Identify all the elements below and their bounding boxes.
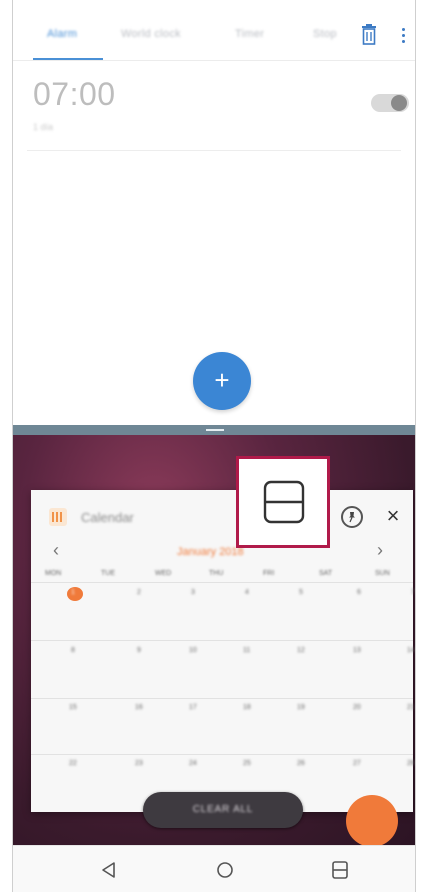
- alarm-repeat: 1 día: [33, 122, 54, 132]
- screen: Alarm World clock Timer Stop 07:00 1 día…: [12, 0, 416, 892]
- calendar-day[interactable]: 1: [71, 589, 75, 596]
- calendar-day[interactable]: 18: [243, 704, 251, 711]
- calendar-fab: [346, 795, 398, 845]
- home-icon[interactable]: [213, 858, 237, 882]
- calendar-day[interactable]: 12: [297, 647, 305, 654]
- clock-app: Alarm World clock Timer Stop 07:00 1 día…: [13, 0, 415, 425]
- calendar-day[interactable]: 15: [69, 704, 77, 711]
- split-divider[interactable]: [13, 425, 415, 435]
- trash-icon[interactable]: [359, 24, 379, 46]
- calendar-day[interactable]: 9: [137, 647, 141, 654]
- calendar-day[interactable]: 16: [135, 704, 143, 711]
- calendar-day[interactable]: 27: [353, 760, 361, 767]
- calendar-day[interactable]: 3: [191, 589, 195, 596]
- more-vertical-icon[interactable]: [399, 26, 407, 46]
- calendar-day[interactable]: 13: [353, 647, 361, 654]
- tab-divider: [13, 60, 415, 61]
- calendar-day[interactable]: 8: [71, 647, 75, 654]
- calendar-day[interactable]: 26: [297, 760, 305, 767]
- calendar-grid-line: [31, 754, 413, 755]
- calendar-grid-line: [31, 640, 413, 641]
- recent-app-card-calendar[interactable]: Calendar × ‹ January 2018 › MON TUE WED …: [31, 490, 415, 812]
- calendar-day[interactable]: 28: [407, 760, 415, 767]
- alarm-toggle[interactable]: [371, 94, 409, 112]
- weekday-label: TUE: [101, 570, 115, 577]
- calendar-day[interactable]: 17: [189, 704, 197, 711]
- weekday-label: SUN: [375, 570, 390, 577]
- close-icon[interactable]: ×: [381, 504, 405, 528]
- split-handle[interactable]: [206, 429, 224, 431]
- calendar-day[interactable]: 22: [69, 760, 77, 767]
- weekday-label: FRI: [263, 570, 275, 577]
- tab-alarm[interactable]: Alarm: [47, 28, 77, 40]
- back-icon[interactable]: [97, 858, 121, 882]
- tab-bar: Alarm World clock Timer Stop: [13, 20, 415, 61]
- clear-all-label: CLEAR ALL: [192, 804, 254, 815]
- calendar-day[interactable]: 24: [189, 760, 197, 767]
- alarm-time[interactable]: 07:00: [33, 76, 116, 113]
- tab-stopwatch[interactable]: Stop: [313, 28, 337, 40]
- calendar-day[interactable]: 25: [243, 760, 251, 767]
- row-divider: [27, 150, 401, 151]
- recent-apps-area: Calendar × ‹ January 2018 › MON TUE WED …: [13, 435, 415, 845]
- weekday-label: SAT: [319, 570, 333, 577]
- pin-icon[interactable]: [341, 506, 363, 528]
- navigation-bar: [13, 845, 415, 892]
- calendar-grid-line: [31, 582, 413, 583]
- calendar-day[interactable]: 19: [297, 704, 305, 711]
- calendar-day[interactable]: 7: [411, 589, 415, 596]
- chevron-right-icon[interactable]: ›: [377, 540, 383, 561]
- weekday-label: THU: [209, 570, 224, 577]
- calendar-day[interactable]: 23: [135, 760, 143, 767]
- calendar-day[interactable]: 21: [407, 704, 415, 711]
- calendar-day[interactable]: 10: [189, 647, 197, 654]
- calendar-day[interactable]: 6: [357, 589, 361, 596]
- calendar-app-icon: [49, 508, 67, 526]
- weekday-label: WED: [155, 570, 172, 577]
- chevron-left-icon[interactable]: ‹: [53, 540, 59, 561]
- tab-world-clock[interactable]: World clock: [121, 28, 181, 40]
- calendar-day[interactable]: 14: [407, 647, 415, 654]
- recents-icon[interactable]: [328, 858, 352, 882]
- tab-timer[interactable]: Timer: [235, 28, 264, 40]
- calendar-day[interactable]: 20: [353, 704, 361, 711]
- card-app-name: Calendar: [81, 510, 134, 525]
- add-alarm-button[interactable]: +: [193, 352, 251, 410]
- calendar-day[interactable]: 2: [137, 589, 141, 596]
- calendar-month-title: January 2018: [177, 546, 244, 558]
- weekday-label: MON: [45, 570, 62, 577]
- split-view-highlight[interactable]: [236, 456, 330, 548]
- clear-all-button[interactable]: CLEAR ALL: [143, 792, 303, 828]
- calendar-day[interactable]: 5: [299, 589, 303, 596]
- today-indicator: [67, 587, 83, 601]
- split-screen-icon[interactable]: [263, 480, 305, 524]
- calendar-grid-line: [31, 698, 413, 699]
- calendar-day[interactable]: 4: [245, 589, 249, 596]
- calendar-day[interactable]: 11: [243, 647, 250, 654]
